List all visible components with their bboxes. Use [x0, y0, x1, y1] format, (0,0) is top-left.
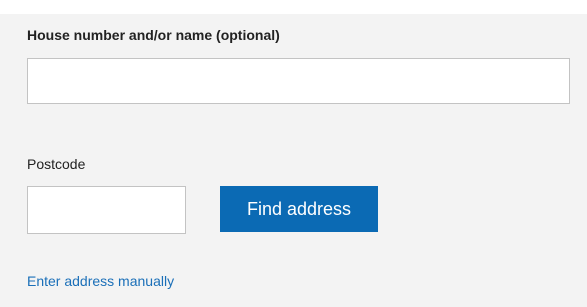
enter-address-manually-link[interactable]: Enter address manually: [27, 272, 174, 290]
house-number-input[interactable]: [27, 58, 570, 104]
postcode-label: Postcode: [27, 156, 86, 172]
address-form-panel: House number and/or name (optional) Post…: [0, 14, 587, 307]
find-address-button[interactable]: Find address: [220, 186, 378, 232]
house-number-label: House number and/or name (optional): [27, 27, 280, 43]
postcode-input[interactable]: [27, 186, 186, 234]
